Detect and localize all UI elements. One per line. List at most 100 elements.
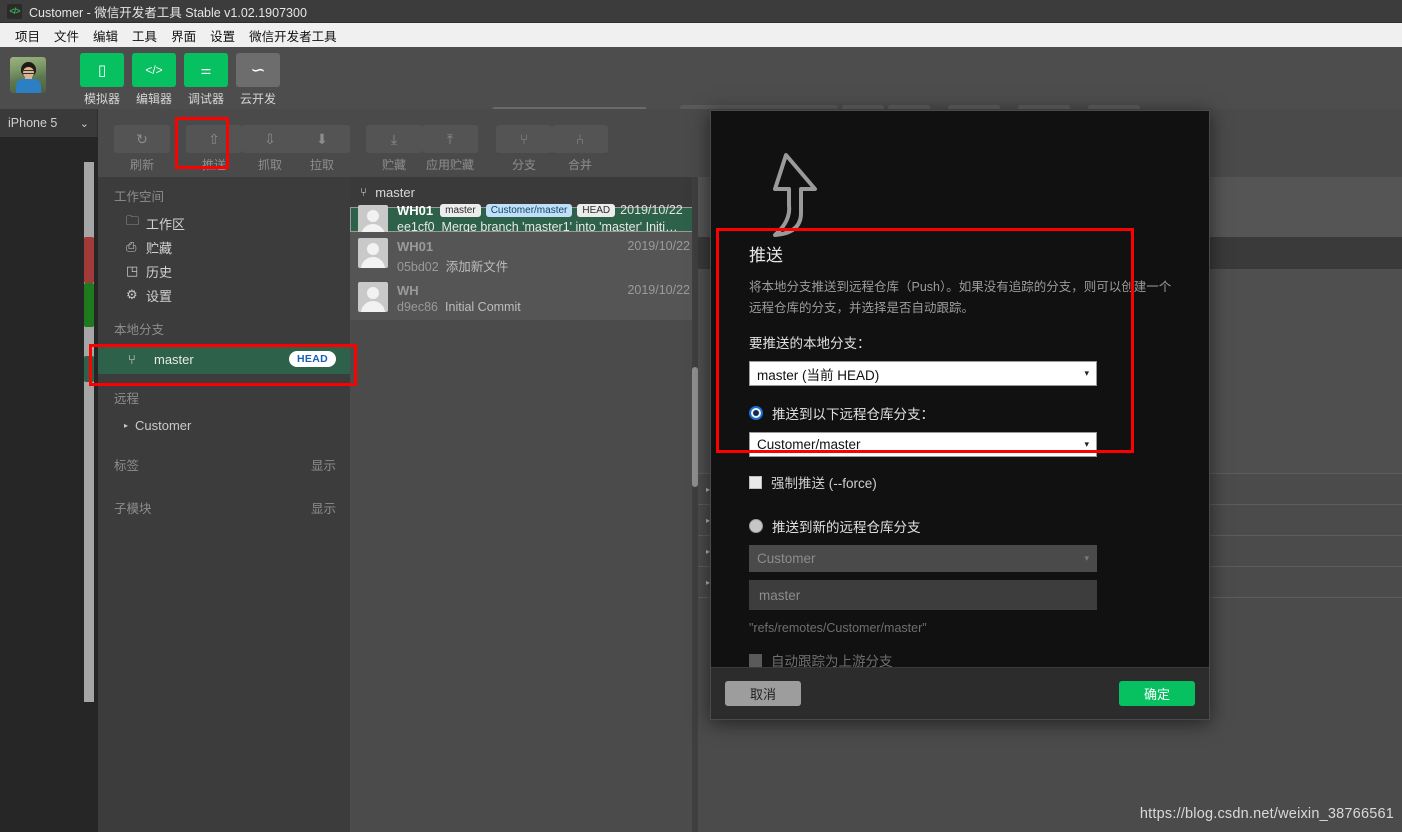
user-avatar[interactable] xyxy=(10,57,46,93)
checkbox-track-upstream[interactable] xyxy=(749,653,762,667)
remote-branch-select[interactable]: Customer/master ▾ xyxy=(749,432,1097,458)
sidebar-remote-customer[interactable]: ▸ Customer xyxy=(98,413,350,437)
git-pull-button[interactable]: ⬇ 拉取 xyxy=(294,125,350,173)
new-remote-repo-value: Customer xyxy=(757,551,816,567)
debugger-button[interactable]: ⚌ 调试器 xyxy=(184,53,228,107)
confirm-button[interactable]: 确定 xyxy=(1119,681,1195,706)
existing-remote-radio-row[interactable]: 推送到以下远程仓库分支： xyxy=(749,403,1179,423)
push-dialog-heading: 推送 xyxy=(749,246,783,265)
radio-existing-remote[interactable] xyxy=(749,406,763,421)
chevron-down-icon: ▾ xyxy=(1084,368,1089,379)
radio-new-remote[interactable] xyxy=(749,519,763,534)
branch-icon: ⑂ xyxy=(496,125,552,153)
git-apply-stash-button[interactable]: ⤒ 应用贮藏 xyxy=(422,125,478,173)
chevron-down-icon: ▾ xyxy=(1084,439,1089,450)
git-fetch-label: 抓取 xyxy=(257,158,282,172)
menu-item-file[interactable]: 文件 xyxy=(47,24,86,47)
git-merge-label: 合并 xyxy=(567,158,592,172)
cloud-dev-button-label: 云开发 xyxy=(239,92,276,106)
git-refresh-button[interactable]: ↻ 刷新 xyxy=(114,125,170,173)
new-remote-branch-input[interactable]: master xyxy=(749,580,1097,611)
git-branch-button[interactable]: ⑂ 分支 xyxy=(496,125,552,173)
editor-button[interactable]: </> 编辑器 xyxy=(132,53,176,107)
sidebar-item-label: 工作区 xyxy=(146,216,186,232)
fetch-icon: ⇩ xyxy=(242,125,298,153)
sidebar-item-history[interactable]: ◳ 历史 xyxy=(98,259,350,283)
commit-date: 2019/10/22 xyxy=(620,203,683,217)
remote-branch-value: Customer/master xyxy=(757,437,861,453)
git-push-label: 推送 xyxy=(201,158,226,172)
tags-show-link[interactable]: 显示 xyxy=(311,455,336,474)
checkbox-force-push[interactable] xyxy=(749,475,762,489)
commit-hash: 05bd02 xyxy=(397,260,439,274)
commit-author: WH01 xyxy=(397,202,434,218)
menu-item-devtools[interactable]: 微信开发者工具 xyxy=(242,24,344,47)
chevron-down-icon: ⌄ xyxy=(79,117,89,130)
main-toolbar-left-group: ▯ 模拟器 </> 编辑器 ⚌ 调试器 ∽ 云开发 xyxy=(80,53,288,107)
menu-item-edit[interactable]: 编辑 xyxy=(86,24,125,47)
menubar: 项目 文件 编辑 工具 界面 设置 微信开发者工具 xyxy=(0,23,1402,47)
existing-remote-label: 推送到以下远程仓库分支： xyxy=(772,407,934,423)
watermark: https://blog.csdn.net/weixin_38766561 xyxy=(1139,806,1394,822)
sidebar-item-settings[interactable]: ⚙ 设置 xyxy=(98,283,350,307)
apply-stash-icon: ⤒ xyxy=(422,125,478,153)
main-toolbar: ▯ 模拟器 </> 编辑器 ⚌ 调试器 ∽ 云开发 小程序模式 ▾ 普通编译 xyxy=(0,47,1402,151)
commit-author: WH xyxy=(397,282,419,298)
git-merge-button[interactable]: ⑃ 合并 xyxy=(552,125,608,173)
table-row[interactable]: WH 2019/10/22 d9ec86 Initial Commit xyxy=(350,276,698,320)
local-branches-section-title: 本地分支 xyxy=(114,323,165,337)
chevron-right-icon: ▸ xyxy=(124,420,129,430)
commit-message: Initial Commit xyxy=(445,300,521,314)
git-push-button[interactable]: ⇧ 推送 xyxy=(186,125,242,173)
force-push-row[interactable]: 强制推送 (--force) xyxy=(749,472,1179,492)
menu-item-project[interactable]: 项目 xyxy=(8,24,47,47)
cloud-dev-icon: ∽ xyxy=(236,53,280,87)
pull-icon: ⬇ xyxy=(294,125,350,153)
push-arrow-icon xyxy=(773,153,817,237)
commit-hash: d9ec86 xyxy=(397,300,439,314)
window-titlebar: </> Customer - 微信开发者工具 Stable v1.02.1907… xyxy=(0,0,1402,23)
tags-section-title: 标签 xyxy=(114,459,140,473)
commit-list-header-label: master xyxy=(375,184,415,200)
new-remote-radio-row[interactable]: 推送到新的远程仓库分支 xyxy=(749,516,1179,536)
cancel-button[interactable]: 取消 xyxy=(725,681,801,706)
force-push-label: 强制推送 (--force) xyxy=(771,476,877,492)
submodules-show-link[interactable]: 显示 xyxy=(311,498,336,517)
diff-marker-current xyxy=(84,356,94,382)
local-branch-select[interactable]: master (当前 HEAD) ▾ xyxy=(749,361,1097,387)
sidebar-item-workarea[interactable]: 🗀 工作区 xyxy=(98,211,350,235)
branch-name: master xyxy=(154,351,194,367)
sidebar-item-label: 设置 xyxy=(146,288,173,304)
git-apply-stash-label: 应用贮藏 xyxy=(425,158,474,172)
commit-date: 2019/10/22 xyxy=(627,239,690,253)
git-pull-label: 拉取 xyxy=(309,158,334,172)
remote-name: Customer xyxy=(135,417,192,433)
git-stash-button[interactable]: ⤓ 贮藏 xyxy=(366,125,422,173)
simulator-device-tab[interactable]: iPhone 5 ⌄ xyxy=(0,109,98,137)
commit-date: 2019/10/22 xyxy=(627,283,690,297)
table-row[interactable]: WH01 2019/10/22 05bd02 添加新文件 xyxy=(350,232,698,276)
table-row[interactable]: WH01 master Customer/master HEAD 2019/10… xyxy=(350,203,698,235)
menu-item-settings[interactable]: 设置 xyxy=(203,24,242,47)
simulator-button[interactable]: ▯ 模拟器 xyxy=(80,53,124,107)
cloud-dev-button[interactable]: ∽ 云开发 xyxy=(236,53,280,107)
push-dialog-description: 将本地分支推送到远程仓库（Push）。如果没有追踪的分支，则可以创建一个远程仓库… xyxy=(749,280,1172,315)
submodules-section-title: 子模块 xyxy=(114,502,152,516)
ref-note: "refs/remotes/Customer/master" xyxy=(749,621,927,636)
push-dialog-form: 推送 将本地分支推送到远程仓库（Push）。如果没有追踪的分支，则可以创建一个远… xyxy=(749,241,1179,670)
new-remote-label: 推送到新的远程仓库分支 xyxy=(772,520,921,536)
git-fetch-button[interactable]: ⇩ 抓取 xyxy=(242,125,298,173)
sidebar-item-stash[interactable]: ⎙ 贮藏 xyxy=(98,235,350,259)
folder-icon: 🗀 xyxy=(126,213,140,228)
new-remote-repo-select[interactable]: Customer ▾ xyxy=(749,545,1097,573)
debugger-icon: ⚌ xyxy=(184,53,228,87)
code-icon: </> xyxy=(132,53,176,87)
menu-item-tools[interactable]: 工具 xyxy=(125,24,164,47)
local-branch-label: 要推送的本地分支： xyxy=(749,336,871,352)
branch-icon: ⑂ xyxy=(360,185,368,199)
diff-marker-added xyxy=(84,283,94,327)
git-branch-label: 分支 xyxy=(511,158,536,172)
sidebar-branch-master[interactable]: ⑂ master HEAD xyxy=(98,344,350,374)
detail-pane-scrollbar[interactable] xyxy=(692,177,698,832)
menu-item-view[interactable]: 界面 xyxy=(164,24,203,47)
